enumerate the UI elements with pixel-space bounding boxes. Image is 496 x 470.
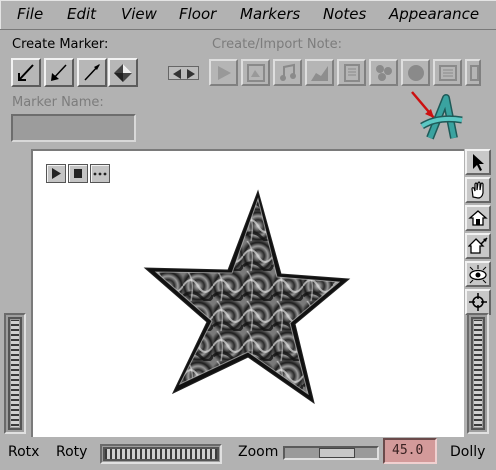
marker-name-label: Marker Name: [12, 95, 104, 110]
set-home-button[interactable] [465, 233, 491, 259]
zoom-value-field[interactable]: 45.0 [383, 438, 437, 464]
right-arrow-icon[interactable] [187, 69, 195, 79]
prev-next-buttons [168, 66, 199, 80]
note-image-button[interactable] [241, 59, 270, 86]
hand-icon [471, 181, 484, 199]
viewer-play-button[interactable] [46, 164, 66, 183]
image-icon [247, 64, 265, 82]
zoom-slider[interactable] [283, 446, 379, 460]
chart-icon [311, 66, 328, 81]
marker-arrow-button-2[interactable] [44, 58, 74, 87]
rotx-label: Rotx [8, 444, 40, 460]
roty-thumbwheel[interactable] [103, 447, 219, 461]
hand-tool-button[interactable] [465, 177, 491, 203]
document-icon [344, 64, 360, 82]
zoom-label: Zoom [238, 444, 279, 460]
play-icon [52, 168, 61, 179]
marker-arrow-button-3[interactable] [77, 58, 107, 87]
create-marker-label: Create Marker: [12, 37, 109, 52]
menu-view[interactable]: View [121, 5, 157, 23]
line-arrow-icon [18, 64, 34, 81]
note-shapes-button[interactable] [369, 59, 398, 86]
dolly-thumbwheel[interactable] [471, 317, 485, 430]
3d-viewer[interactable] [31, 149, 464, 437]
set-home-icon [468, 237, 488, 254]
viewer-stop-button[interactable] [68, 164, 88, 183]
menu-markers[interactable]: Markers [240, 5, 300, 23]
list-icon [439, 65, 457, 81]
menu-floor[interactable]: Floor [179, 5, 216, 23]
note-play-button[interactable] [209, 59, 238, 86]
marker-name-field[interactable] [11, 114, 136, 142]
seek-button[interactable] [465, 289, 491, 315]
diamond-icon [114, 64, 132, 82]
line-arrow-icon [84, 64, 100, 81]
note-music-button[interactable] [273, 59, 302, 86]
sphere-icon [408, 65, 424, 81]
pointer-tool-button[interactable] [465, 149, 491, 175]
more-icon [93, 172, 107, 176]
menubar: File Edit View Floor Markers Notes Appea… [0, 0, 496, 30]
note-more-button[interactable] [465, 59, 481, 86]
menu-appearance[interactable]: Appearance [389, 5, 479, 23]
rotx-thumbwheel[interactable] [8, 317, 22, 430]
crosshair-icon [469, 293, 487, 311]
viewer-more-button[interactable] [90, 164, 110, 183]
eye-icon [469, 265, 487, 284]
menu-file[interactable]: File [17, 5, 43, 23]
note-chart-button[interactable] [305, 59, 334, 86]
note-list-button[interactable] [433, 59, 462, 86]
marker-diamond-button[interactable] [108, 58, 138, 87]
dolly-label: Dolly [450, 444, 486, 460]
note-sphere-button[interactable] [401, 59, 430, 86]
star-object[interactable] [33, 151, 464, 437]
play-icon [218, 66, 231, 80]
menu-edit[interactable]: Edit [67, 5, 96, 23]
note-text-button[interactable] [337, 59, 366, 86]
left-arrow-icon[interactable] [173, 69, 181, 79]
marker-arrow-button-1[interactable] [11, 58, 41, 87]
menu-notes[interactable]: Notes [323, 5, 366, 23]
line-arrow-icon [51, 64, 67, 81]
arrow-cursor-icon [473, 154, 484, 171]
roty-label: Roty [56, 444, 88, 460]
home-button[interactable] [465, 205, 491, 231]
music-note-icon [280, 63, 296, 81]
view-all-button[interactable] [465, 261, 491, 287]
home-icon [468, 210, 488, 226]
more-icon [470, 65, 479, 81]
zoom-slider-thumb[interactable] [319, 448, 355, 458]
create-note-label: Create/Import Note: [212, 37, 343, 52]
app-logo-icon [411, 91, 463, 140]
shapes-icon [376, 65, 392, 81]
stop-icon [74, 169, 82, 178]
